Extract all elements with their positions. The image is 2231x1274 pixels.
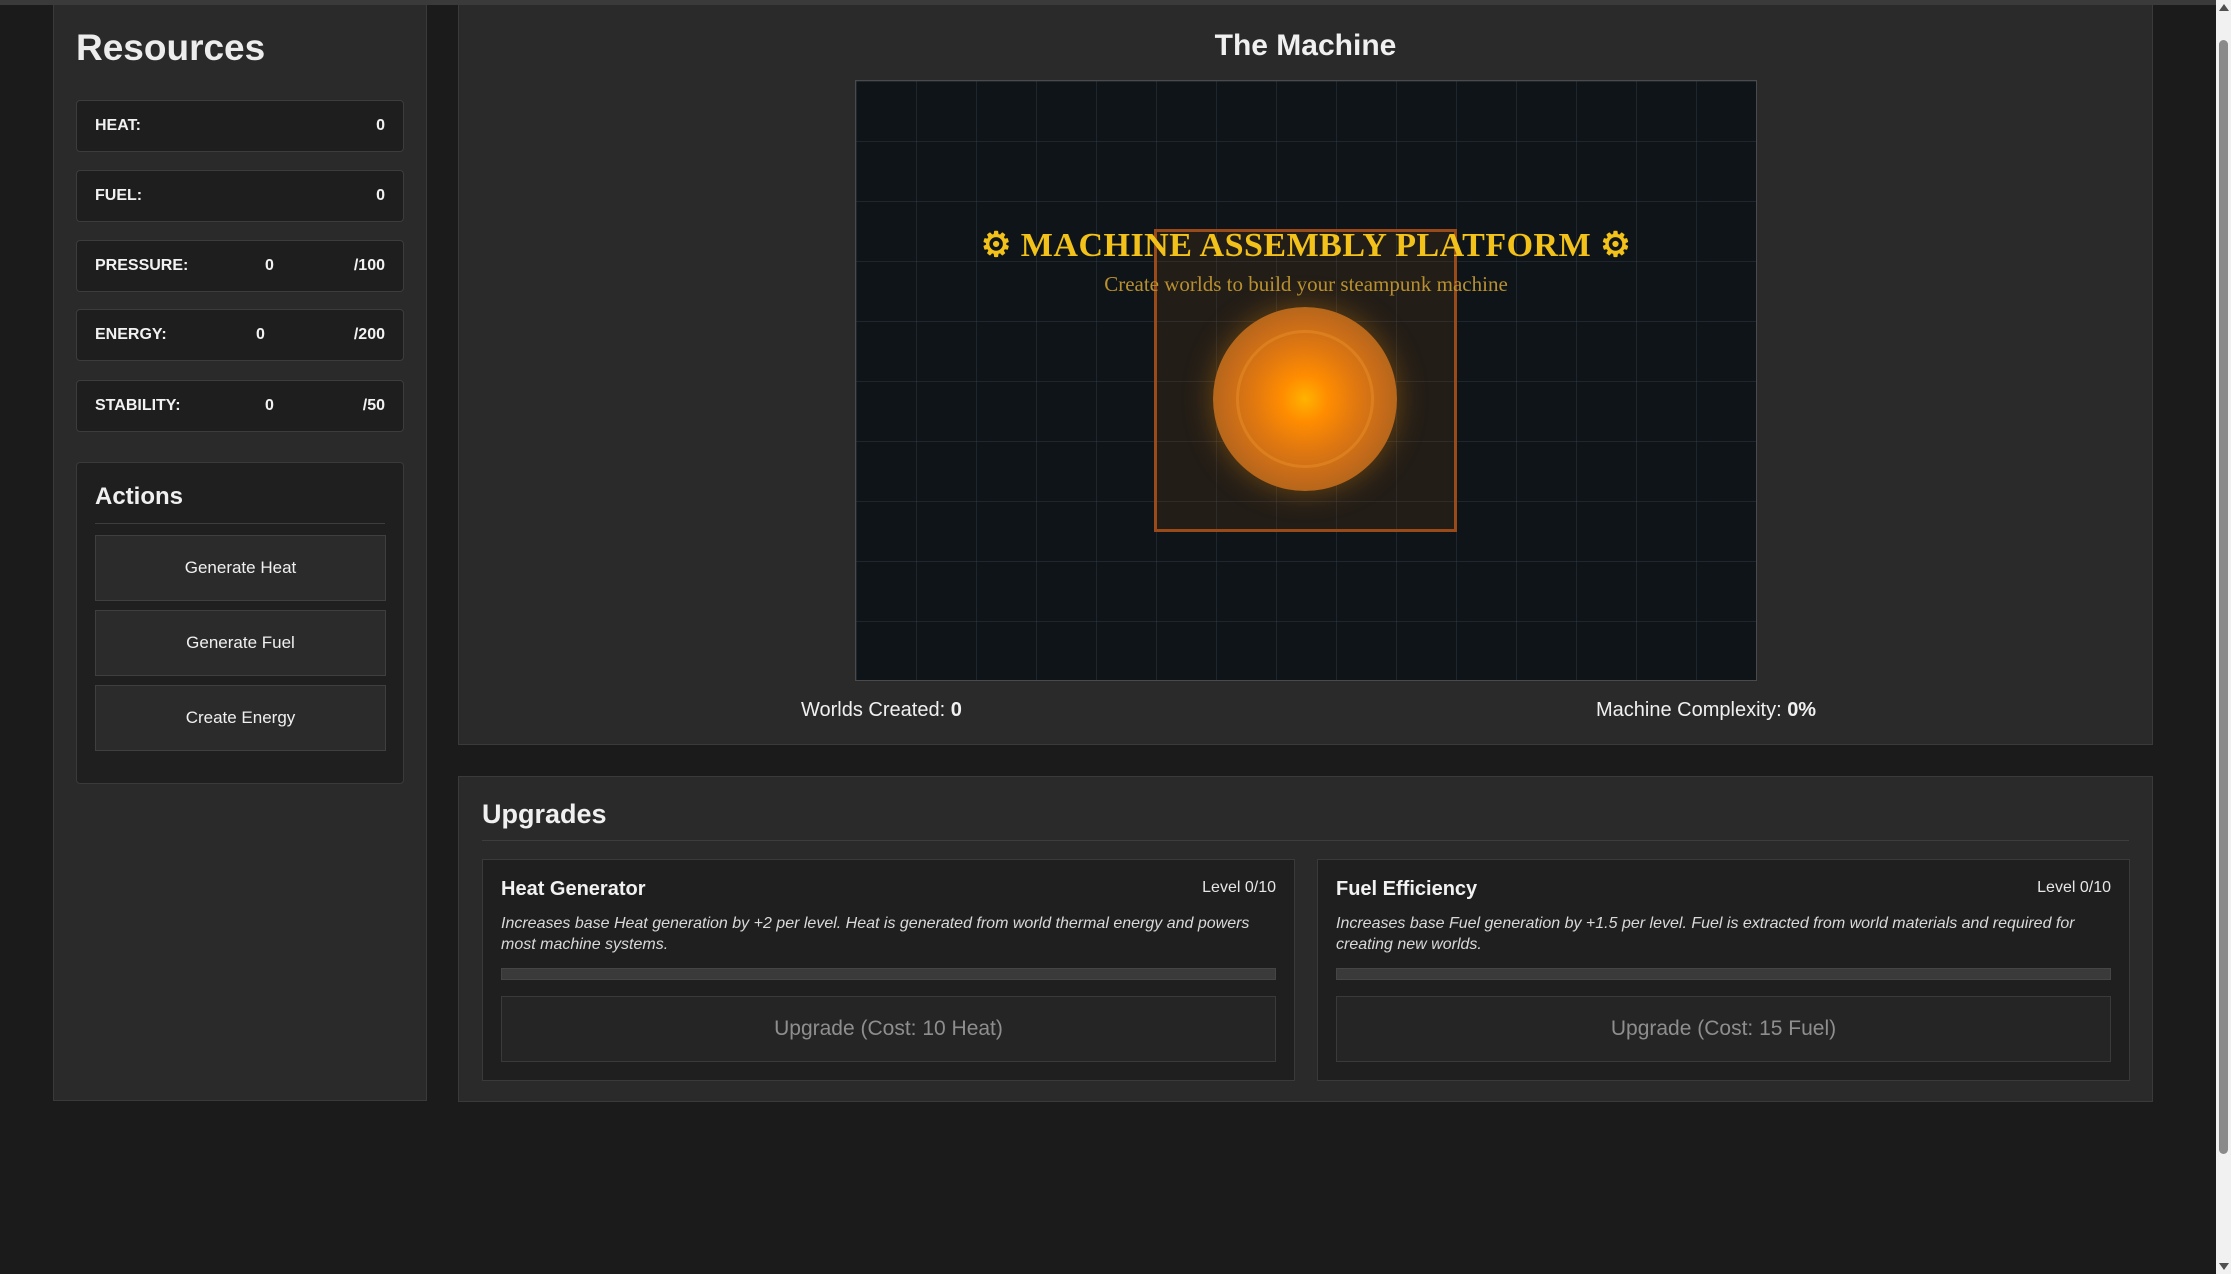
upgrade-level: Level 0/10 <box>2037 879 2111 896</box>
generate-fuel-button[interactable]: Generate Fuel <box>95 610 386 676</box>
upgrade-progress-bar <box>1336 968 2111 980</box>
resource-label: STABILITY: <box>95 397 181 414</box>
machine-complexity-label: Machine Complexity: <box>1596 699 1782 721</box>
scroll-up-arrow-icon[interactable] <box>2219 4 2229 11</box>
resource-pressure: PRESSURE: 0 /100 <box>76 240 404 292</box>
upgrades-title: Upgrades <box>482 799 607 829</box>
resources-title: Resources <box>76 27 266 68</box>
platform-title: ⚙ MACHINE ASSEMBLY PLATFORM ⚙ <box>980 227 1632 264</box>
worlds-created-stat: Worlds Created: 0 <box>801 699 962 722</box>
create-energy-button[interactable]: Create Energy <box>95 685 386 751</box>
resource-max: /200 <box>353 326 385 343</box>
resource-label: PRESSURE: <box>95 257 189 274</box>
upgrade-name: Heat Generator <box>501 878 646 900</box>
upgrade-card-heat-generator: Heat Generator Level 0/10 Increases base… <box>482 859 1295 1081</box>
machine-complexity-value: 0% <box>1787 699 1817 721</box>
actions-title: Actions <box>95 483 184 510</box>
resource-heat: HEAT: 0 <box>76 100 404 152</box>
machine-title: The Machine <box>1214 29 1397 62</box>
resource-max: /100 <box>353 257 385 274</box>
resource-label: ENERGY: <box>95 326 167 343</box>
actions-panel: Actions Generate Heat Generate Fuel Crea… <box>76 462 404 784</box>
resource-max: /50 <box>362 397 385 414</box>
resource-value: 0 <box>265 257 274 274</box>
machine-canvas[interactable]: ⚙ MACHINE ASSEMBLY PLATFORM ⚙ Create wor… <box>855 80 1757 681</box>
upgrade-description: Increases base Heat generation by +2 per… <box>501 915 1250 953</box>
upgrade-level: Level 0/10 <box>1202 879 1276 896</box>
resource-label: HEAT: <box>95 117 141 134</box>
upgrades-panel: Upgrades Heat Generator Level 0/10 Incre… <box>458 776 2153 1102</box>
worlds-created-value: 0 <box>950 699 962 721</box>
scroll-down-arrow-icon[interactable] <box>2219 1263 2229 1270</box>
upgrade-heat-generator-button[interactable]: Upgrade (Cost: 10 Heat) <box>501 996 1276 1062</box>
resource-value: 0 <box>265 397 274 414</box>
worlds-created-label: Worlds Created: <box>801 699 946 721</box>
resource-label: FUEL: <box>95 187 143 204</box>
machine-complexity-stat: Machine Complexity: 0% <box>1596 699 1816 722</box>
resource-stability: STABILITY: 0 /50 <box>76 380 404 432</box>
vertical-scrollbar[interactable] <box>2216 0 2231 1274</box>
upgrade-card-fuel-efficiency: Fuel Efficiency Level 0/10 Increases bas… <box>1317 859 2130 1081</box>
machine-panel: The Machine ⚙ MACHINE ASSEMBLY PLATFORM … <box>458 5 2153 745</box>
resource-value: 0 <box>376 117 385 134</box>
upgrade-description: Increases base Fuel generation by +1.5 p… <box>1336 915 2075 953</box>
resource-energy: ENERGY: 0 /200 <box>76 309 404 361</box>
resources-sidebar: Resources HEAT: 0 FUEL: 0 PRESSURE: 0 /1… <box>53 5 427 1101</box>
upgrade-fuel-efficiency-button[interactable]: Upgrade (Cost: 15 Fuel) <box>1336 996 2111 1062</box>
upgrade-progress-bar <box>501 968 1276 980</box>
divider <box>482 840 2129 841</box>
upgrade-name: Fuel Efficiency <box>1336 878 1478 900</box>
scroll-thumb[interactable] <box>2219 40 2228 1154</box>
resource-fuel: FUEL: 0 <box>76 170 404 222</box>
generate-heat-button[interactable]: Generate Heat <box>95 535 386 601</box>
resource-value: 0 <box>256 326 265 343</box>
divider <box>95 523 385 524</box>
machine-core-ring <box>1236 330 1374 468</box>
resource-value: 0 <box>376 187 385 204</box>
platform-subtitle: Create worlds to build your steampunk ma… <box>1104 272 1508 296</box>
